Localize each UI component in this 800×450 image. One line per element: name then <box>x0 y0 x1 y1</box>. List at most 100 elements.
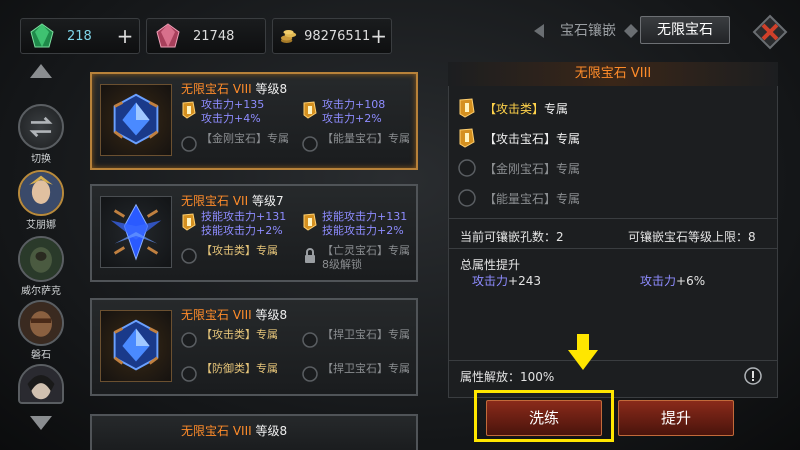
emerald-currency: 218 + <box>20 18 140 54</box>
empty-slot-icon <box>181 248 197 264</box>
gem-level: 等级8 <box>255 308 288 322</box>
switch-arrows-icon <box>29 116 53 138</box>
level-cap-label: 可镶嵌宝石等级上限：8 <box>628 230 756 244</box>
hero-avatar-partial[interactable] <box>18 364 64 404</box>
slot-line: 【亡灵宝石】专属 <box>322 244 410 257</box>
requirement-bracket: 【攻击类】 <box>484 102 545 116</box>
filled-slot-icon <box>182 101 196 119</box>
requirement-row: 【金刚宝石】专属 <box>458 159 581 177</box>
scroll-up-arrow-icon[interactable] <box>30 64 52 78</box>
requirement-suffix: 专属 <box>544 102 569 116</box>
requirement-row: 【能量宝石】专属 <box>458 189 580 207</box>
scroll-down-arrow-icon[interactable] <box>30 416 52 430</box>
total-stat-1: 攻击力+243 <box>472 272 541 289</box>
slot-line: 【能量宝石】专属 <box>322 132 410 145</box>
ruby-count: 21748 <box>193 28 235 44</box>
total-stats-heading: 总属性提升 <box>460 258 521 272</box>
gold-count: 98276511 <box>304 28 371 44</box>
filled-slot-icon <box>303 101 317 119</box>
stat-name: 攻击力 <box>472 274 509 288</box>
tab-infinite-gem[interactable]: 无限宝石 <box>640 16 730 44</box>
slot-line: 攻击力+2% <box>322 112 382 125</box>
add-emerald-button[interactable]: + <box>115 24 135 48</box>
divider <box>448 218 778 219</box>
switch-label: 切换 <box>31 154 51 165</box>
hero-avatar-aipengna[interactable] <box>18 170 64 216</box>
stat-name: 攻击力 <box>640 274 677 288</box>
slot-line: 【攻击类】专属 <box>201 244 278 257</box>
filled-slot-icon <box>303 213 317 231</box>
gem-slot: 【防御类】专属 <box>181 362 278 382</box>
requirement-suffix: 专属 <box>556 162 581 176</box>
hero-name: 艾朋娜 <box>26 220 56 231</box>
gold-coins-icon <box>280 29 297 43</box>
total-stat-2: 攻击力+6% <box>640 272 705 289</box>
stat-value: +6% <box>676 274 706 288</box>
gem-card[interactable]: 无限宝石 VII 等级7 技能攻击力+131 技能攻击力+2% 技能攻击力+13… <box>90 184 418 282</box>
slot-count-label: 当前可镶嵌孔数：2 <box>460 230 564 244</box>
gem-level: 等级8 <box>255 82 288 96</box>
gem-slot: 【金刚宝石】专属 <box>181 132 289 152</box>
add-gold-button[interactable]: + <box>370 24 387 48</box>
hero-portrait-icon <box>20 238 62 280</box>
switch-button[interactable] <box>18 104 64 150</box>
slot-line: 技能攻击力+131 <box>201 210 287 223</box>
slot-line: 技能攻击力+2% <box>322 224 404 237</box>
slot-line: 【金刚宝石】专属 <box>201 132 289 145</box>
slot-line: 【攻击类】专属 <box>201 328 278 341</box>
gem-name: 无限宝石 VIII <box>181 308 252 322</box>
slot-line: 8级解锁 <box>322 258 362 271</box>
gem-name: 无限宝石 VIII <box>181 424 252 438</box>
blue-shard-gem-icon <box>110 203 162 261</box>
blue-cube-gem-icon <box>113 319 159 371</box>
info-icon[interactable] <box>744 367 762 385</box>
lock-icon <box>305 248 315 263</box>
slot-line: 技能攻击力+131 <box>322 210 408 223</box>
gem-level: 等级8 <box>255 424 288 438</box>
slot-line: 攻击力+135 <box>201 98 265 111</box>
empty-slot-icon <box>458 189 476 207</box>
gem-slot: 技能攻击力+131 技能攻击力+2% <box>302 210 407 238</box>
gem-slot: 攻击力+108 攻击力+2% <box>302 98 385 126</box>
tab-gem-inlay[interactable]: 宝石镶嵌 <box>560 20 616 40</box>
divider <box>448 248 778 249</box>
empty-slot-icon <box>181 136 197 152</box>
gold-currency: 98276511 + <box>272 18 392 54</box>
slot-line: 【捍卫宝石】专属 <box>322 328 410 341</box>
filled-slot-icon <box>459 128 475 148</box>
emerald-count: 218 <box>67 28 92 44</box>
gem-name: 无限宝石 VII <box>181 194 249 208</box>
ruby-icon <box>156 23 180 48</box>
hero-portrait-icon <box>20 172 62 214</box>
hero-name: 磐石 <box>31 350 51 361</box>
empty-slot-icon <box>458 159 476 177</box>
requirement-suffix: 专属 <box>556 132 581 146</box>
empty-slot-icon <box>181 366 197 382</box>
emerald-icon <box>30 23 54 48</box>
empty-slot-icon <box>302 332 318 348</box>
empty-slot-icon <box>302 136 318 152</box>
tutorial-highlight-box <box>474 390 614 442</box>
gem-level: 等级7 <box>251 194 284 208</box>
gem-card[interactable]: 无限宝石 VIII 等级8 <box>90 414 418 450</box>
gem-thumbnail <box>100 310 172 382</box>
hero-avatar-panshi[interactable] <box>18 300 64 346</box>
hero-avatar-weiersake[interactable] <box>18 236 64 282</box>
requirement-bracket: 【攻击宝石】 <box>484 132 557 146</box>
gem-card[interactable]: 无限宝石 VIII 等级8 攻击力+135 攻击力+4% 攻击力+108 攻击力… <box>90 72 418 170</box>
requirement-bracket: 【金刚宝石】 <box>484 162 557 176</box>
gem-card[interactable]: 无限宝石 VIII 等级8 【攻击类】专属 【捍卫宝石】专属 【防御类】专属 【… <box>90 298 418 396</box>
tab-separator-icon <box>624 24 638 38</box>
gem-slot: 【能量宝石】专属 <box>302 132 410 152</box>
gem-slot: 【亡灵宝石】专属 8级解锁 <box>302 244 410 272</box>
close-icon[interactable] <box>752 14 788 50</box>
blue-cube-gem-icon <box>113 93 159 145</box>
attribute-release-label: 属性解放：100% <box>460 370 555 384</box>
upgrade-button[interactable]: 提升 <box>618 400 734 436</box>
gem-thumbnail <box>100 84 172 156</box>
gem-slot: 技能攻击力+131 技能攻击力+2% <box>181 210 286 238</box>
hero-name: 威尔萨克 <box>21 286 61 297</box>
filled-slot-icon <box>459 98 475 118</box>
gem-name: 无限宝石 VIII <box>181 82 252 96</box>
hero-portrait-icon <box>20 366 62 402</box>
